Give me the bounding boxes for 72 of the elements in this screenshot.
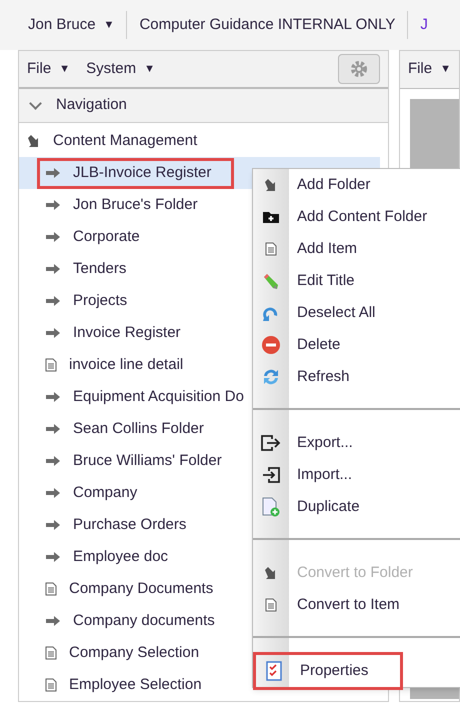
delete-icon: [261, 335, 281, 355]
diagonal-arrow-icon: [264, 566, 278, 580]
menu-item[interactable]: Import...: [253, 459, 460, 491]
menu-button[interactable]: File ▼: [408, 58, 451, 81]
document-icon: [45, 678, 57, 692]
settings-button[interactable]: [338, 54, 380, 84]
company-name: Computer Guidance INTERNAL ONLY: [139, 14, 396, 35]
tree-label: Employee doc: [73, 546, 168, 567]
pencil-icon: [261, 271, 281, 291]
tree-label: Company documents: [73, 610, 215, 631]
arrow-icon: [45, 327, 61, 339]
arrow-icon: [45, 487, 61, 499]
tree-label: Invoice Register: [73, 322, 181, 343]
tree-label: invoice line detail: [69, 354, 184, 375]
arrow-icon: [45, 615, 61, 627]
menu-item[interactable]: Deselect All: [253, 297, 460, 329]
caret-icon: ▼: [59, 60, 70, 78]
menu-item[interactable]: Export...: [253, 427, 460, 459]
tree-label: Tenders: [73, 258, 126, 279]
arrow-icon: [45, 519, 61, 531]
tree-label: Purchase Orders: [73, 514, 186, 535]
menu-item[interactable]: Edit Title: [253, 265, 460, 297]
caret-icon: ▼: [440, 61, 451, 78]
folder-plus-icon: [262, 210, 280, 224]
menu-item[interactable]: Delete: [253, 329, 460, 361]
menu-item[interactable]: Add Item: [253, 233, 460, 265]
tree-label: Projects: [73, 290, 128, 311]
arrow-icon: [45, 231, 61, 243]
arrow-icon: [45, 199, 61, 211]
link[interactable]: J: [420, 14, 428, 36]
tree-label: Employee Selection: [69, 674, 202, 695]
tree-label: Jon Bruce's Folder: [73, 194, 198, 215]
tree-label: Company: [73, 482, 138, 503]
tree-label: Equipment Acquisition Do: [73, 386, 244, 407]
menu-item[interactable]: Add Content Folder: [253, 201, 460, 233]
navigation-header[interactable]: Navigation: [19, 89, 388, 123]
arrow-icon: [45, 295, 61, 307]
tree-label: Bruce Williams' Folder: [73, 450, 222, 471]
tree-label: Company Selection: [69, 642, 200, 663]
arrow-icon: [45, 391, 61, 403]
diagonal-arrow-icon: [264, 178, 278, 192]
tree-label: JLB-Invoice Register: [73, 162, 212, 183]
refresh-icon: [261, 367, 281, 387]
diagonal-arrow-icon: [27, 134, 41, 148]
import-icon: [262, 467, 280, 483]
arrow-icon: [45, 167, 61, 179]
arrow-icon: [45, 455, 61, 467]
tree-label: Corporate: [73, 226, 140, 247]
user-menu[interactable]: Jon Bruce ▼: [28, 14, 114, 36]
menu-button[interactable]: File ▼: [27, 58, 70, 80]
settings-icon: [350, 60, 368, 78]
tree-label: Company Documents: [69, 578, 214, 599]
tree-label: Sean Collins Folder: [73, 418, 204, 439]
duplicate-icon: [262, 497, 280, 517]
document-icon: [45, 646, 57, 660]
checklist-icon: [266, 661, 282, 681]
arrow-icon: [45, 551, 61, 563]
caret-icon: ▼: [144, 60, 155, 78]
export-icon: [261, 435, 281, 451]
menu-item[interactable]: Duplicate: [253, 491, 460, 523]
document-icon: [45, 358, 57, 372]
document-icon: [265, 598, 277, 612]
document-icon: [45, 582, 57, 596]
arrow-icon: [45, 423, 61, 435]
navigation-title: Navigation: [56, 95, 127, 116]
document-icon: [265, 242, 277, 256]
menu-button[interactable]: System ▼: [86, 58, 155, 80]
arrow-icon: [45, 263, 61, 275]
caret-icon: ▼: [104, 16, 114, 34]
menu-item[interactable]: Properties: [253, 652, 403, 690]
tree-item[interactable]: Content Management: [19, 125, 388, 157]
menu-item[interactable]: Convert to Item: [253, 589, 460, 621]
